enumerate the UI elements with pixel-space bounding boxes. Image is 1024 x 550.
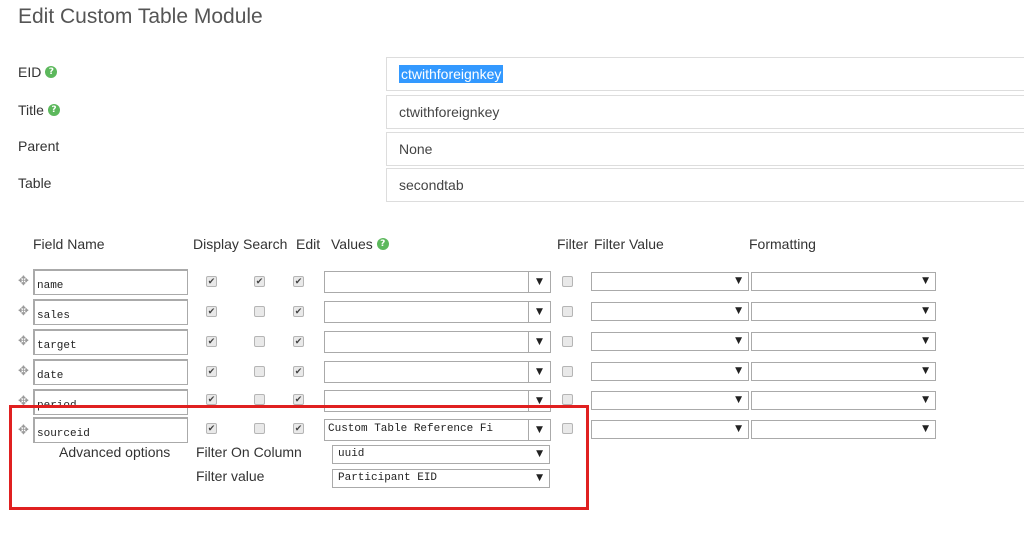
- move-icon[interactable]: ✥: [18, 334, 29, 349]
- eid-field[interactable]: ctwithforeignkey: [386, 57, 1024, 91]
- chevron-down-icon: ▼: [735, 276, 742, 286]
- chevron-down-icon[interactable]: ▼: [528, 332, 550, 352]
- formatting-select[interactable]: ▼: [751, 420, 936, 439]
- filter-value-select[interactable]: ▼: [591, 391, 749, 410]
- field-name-value: target: [37, 340, 77, 352]
- chevron-down-icon: ▼: [735, 336, 742, 346]
- chevron-down-icon[interactable]: ▼: [528, 302, 550, 322]
- filter-checkbox[interactable]: [562, 276, 573, 287]
- chevron-down-icon: ▼: [735, 306, 742, 316]
- header-display: Display: [193, 236, 239, 252]
- edit-checkbox[interactable]: ✔: [293, 306, 304, 317]
- parent-value: None: [399, 141, 433, 157]
- chevron-down-icon: ▼: [735, 395, 742, 405]
- filter-checkbox[interactable]: [562, 336, 573, 347]
- values-combobox[interactable]: ▼: [324, 361, 551, 383]
- edit-checkbox[interactable]: ✔: [293, 366, 304, 377]
- edit-checkbox[interactable]: ✔: [293, 336, 304, 347]
- chevron-down-icon: ▼: [735, 366, 742, 376]
- header-field-name: Field Name: [33, 236, 105, 252]
- header-formatting: Formatting: [749, 236, 816, 252]
- question-circle-icon[interactable]: ?: [47, 104, 60, 116]
- header-values-text: Values: [331, 236, 373, 252]
- table-field[interactable]: secondtab: [386, 168, 1024, 202]
- values-combobox[interactable]: ▼: [324, 331, 551, 353]
- eid-value: ctwithforeignkey: [399, 65, 504, 83]
- search-checkbox[interactable]: ✔: [254, 276, 265, 287]
- chevron-down-icon: ▼: [922, 395, 929, 405]
- title-label-text: Title: [18, 102, 44, 118]
- table-label: Table: [18, 175, 52, 191]
- move-icon[interactable]: ✥: [18, 304, 29, 319]
- header-edit: Edit: [296, 236, 321, 252]
- filter-value-select[interactable]: ▼: [591, 302, 749, 321]
- filter-value-select[interactable]: ▼: [591, 420, 749, 439]
- chevron-down-icon[interactable]: ▼: [528, 362, 550, 382]
- title-field[interactable]: ctwithforeignkey: [386, 95, 1024, 129]
- formatting-select[interactable]: ▼: [751, 362, 936, 381]
- header-filter-value: Filter Value: [594, 236, 664, 252]
- field-name-input[interactable]: name: [33, 269, 188, 295]
- display-checkbox[interactable]: ✔: [206, 366, 217, 377]
- filter-value-select[interactable]: ▼: [591, 332, 749, 351]
- chevron-down-icon: ▼: [922, 424, 929, 434]
- edit-checkbox[interactable]: ✔: [293, 394, 304, 405]
- formatting-select[interactable]: ▼: [751, 332, 936, 351]
- field-name-value: name: [37, 280, 64, 292]
- title-label: Title ?: [18, 102, 60, 118]
- filter-value-select[interactable]: ▼: [591, 362, 749, 381]
- filter-value-select[interactable]: ▼: [591, 272, 749, 291]
- filter-checkbox[interactable]: [562, 366, 573, 377]
- values-combobox[interactable]: ▼: [324, 271, 551, 293]
- chevron-down-icon: ▼: [922, 276, 929, 286]
- search-checkbox[interactable]: [254, 366, 265, 377]
- search-checkbox[interactable]: [254, 394, 265, 405]
- header-search: Search: [243, 236, 288, 252]
- field-name-value: date: [37, 370, 64, 382]
- search-checkbox[interactable]: [254, 336, 265, 347]
- highlight-box: [9, 405, 589, 510]
- parent-label: Parent: [18, 138, 60, 154]
- chevron-down-icon: ▼: [922, 306, 929, 316]
- formatting-select[interactable]: ▼: [751, 391, 936, 410]
- header-values: Values ?: [331, 236, 389, 252]
- question-circle-icon[interactable]: ?: [45, 66, 58, 78]
- field-name-input[interactable]: sales: [33, 299, 188, 325]
- parent-select[interactable]: None: [386, 132, 1024, 166]
- chevron-down-icon: ▼: [922, 366, 929, 376]
- field-name-input[interactable]: target: [33, 329, 188, 355]
- table-value: secondtab: [399, 177, 464, 193]
- field-name-input[interactable]: date: [33, 359, 188, 385]
- edit-checkbox[interactable]: ✔: [293, 276, 304, 287]
- display-checkbox[interactable]: ✔: [206, 394, 217, 405]
- chevron-down-icon: ▼: [735, 424, 742, 434]
- formatting-select[interactable]: ▼: [751, 272, 936, 291]
- title-value: ctwithforeignkey: [399, 104, 500, 120]
- chevron-down-icon: ▼: [922, 336, 929, 346]
- eid-label-text: EID: [18, 64, 42, 80]
- formatting-select[interactable]: ▼: [751, 302, 936, 321]
- field-name-value: sales: [37, 310, 71, 322]
- move-icon[interactable]: ✥: [18, 364, 29, 379]
- display-checkbox[interactable]: ✔: [206, 336, 217, 347]
- move-icon[interactable]: ✥: [18, 274, 29, 289]
- eid-label: EID ?: [18, 64, 58, 80]
- values-combobox[interactable]: ▼: [324, 301, 551, 323]
- display-checkbox[interactable]: ✔: [206, 306, 217, 317]
- filter-checkbox[interactable]: [562, 306, 573, 317]
- page-title: Edit Custom Table Module: [18, 5, 263, 28]
- filter-checkbox[interactable]: [562, 394, 573, 405]
- question-circle-icon[interactable]: ?: [376, 238, 389, 250]
- chevron-down-icon[interactable]: ▼: [528, 272, 550, 292]
- display-checkbox[interactable]: ✔: [206, 276, 217, 287]
- search-checkbox[interactable]: [254, 306, 265, 317]
- header-filter: Filter: [557, 236, 589, 252]
